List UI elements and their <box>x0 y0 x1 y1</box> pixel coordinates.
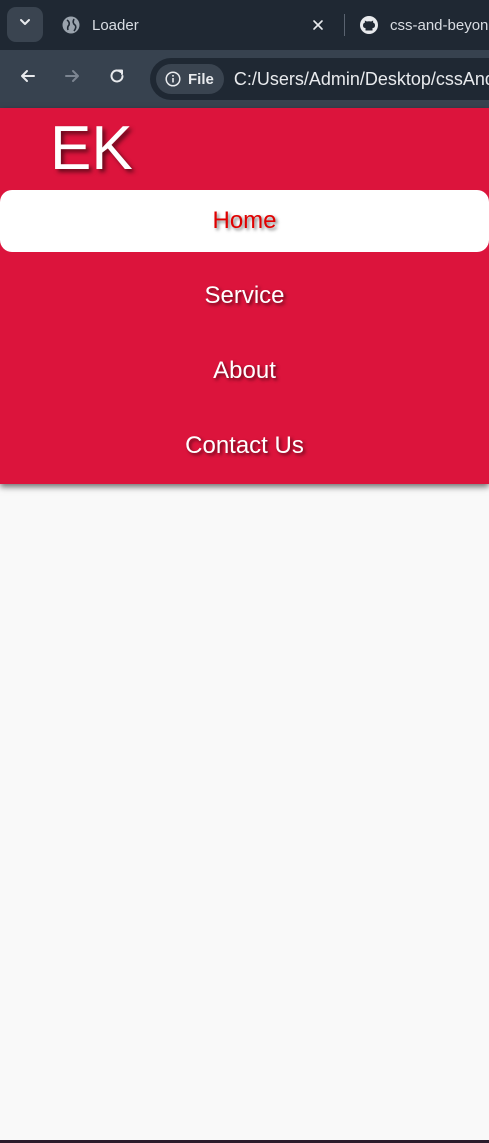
tab-title: css-and-beyond <box>390 16 489 34</box>
github-icon <box>358 14 380 36</box>
nav-item-about[interactable]: About <box>0 340 489 402</box>
nav-item-contact-us[interactable]: Contact Us <box>0 415 489 477</box>
tab-search-button[interactable] <box>7 7 43 42</box>
browser-toolbar: File C:/Users/Admin/Desktop/cssAndBeyond <box>0 50 489 108</box>
tab-separator <box>344 14 345 36</box>
tab-css-and-beyond[interactable]: css-and-beyond <box>356 0 489 50</box>
address-bar[interactable]: File C:/Users/Admin/Desktop/cssAndBeyond <box>150 58 489 100</box>
site-info-chip[interactable]: File <box>156 64 224 94</box>
close-icon[interactable] <box>308 15 328 35</box>
back-button[interactable] <box>12 62 44 94</box>
url-text[interactable]: C:/Users/Admin/Desktop/cssAndBeyond <box>234 69 489 90</box>
globe-icon <box>60 14 82 36</box>
nav-item-home[interactable]: Home <box>0 190 489 252</box>
site-header: EK Home Service About Contact Us <box>0 108 489 484</box>
reload-icon <box>108 67 126 90</box>
forward-button[interactable] <box>56 62 88 94</box>
nav-item-service[interactable]: Service <box>0 265 489 327</box>
browser-tabstrip: Loader css-and-beyond <box>0 0 489 50</box>
tab-title: Loader <box>92 16 139 34</box>
info-icon <box>164 70 182 88</box>
chevron-down-icon <box>18 15 32 34</box>
site-logo[interactable]: EK <box>50 114 133 184</box>
nav-menu: Home Service About Contact Us <box>0 190 489 490</box>
site-chip-label: File <box>188 70 214 88</box>
arrow-right-icon <box>63 67 81 90</box>
arrow-left-icon <box>19 67 37 90</box>
reload-button[interactable] <box>101 62 133 94</box>
tab-loader[interactable]: Loader <box>58 0 338 50</box>
